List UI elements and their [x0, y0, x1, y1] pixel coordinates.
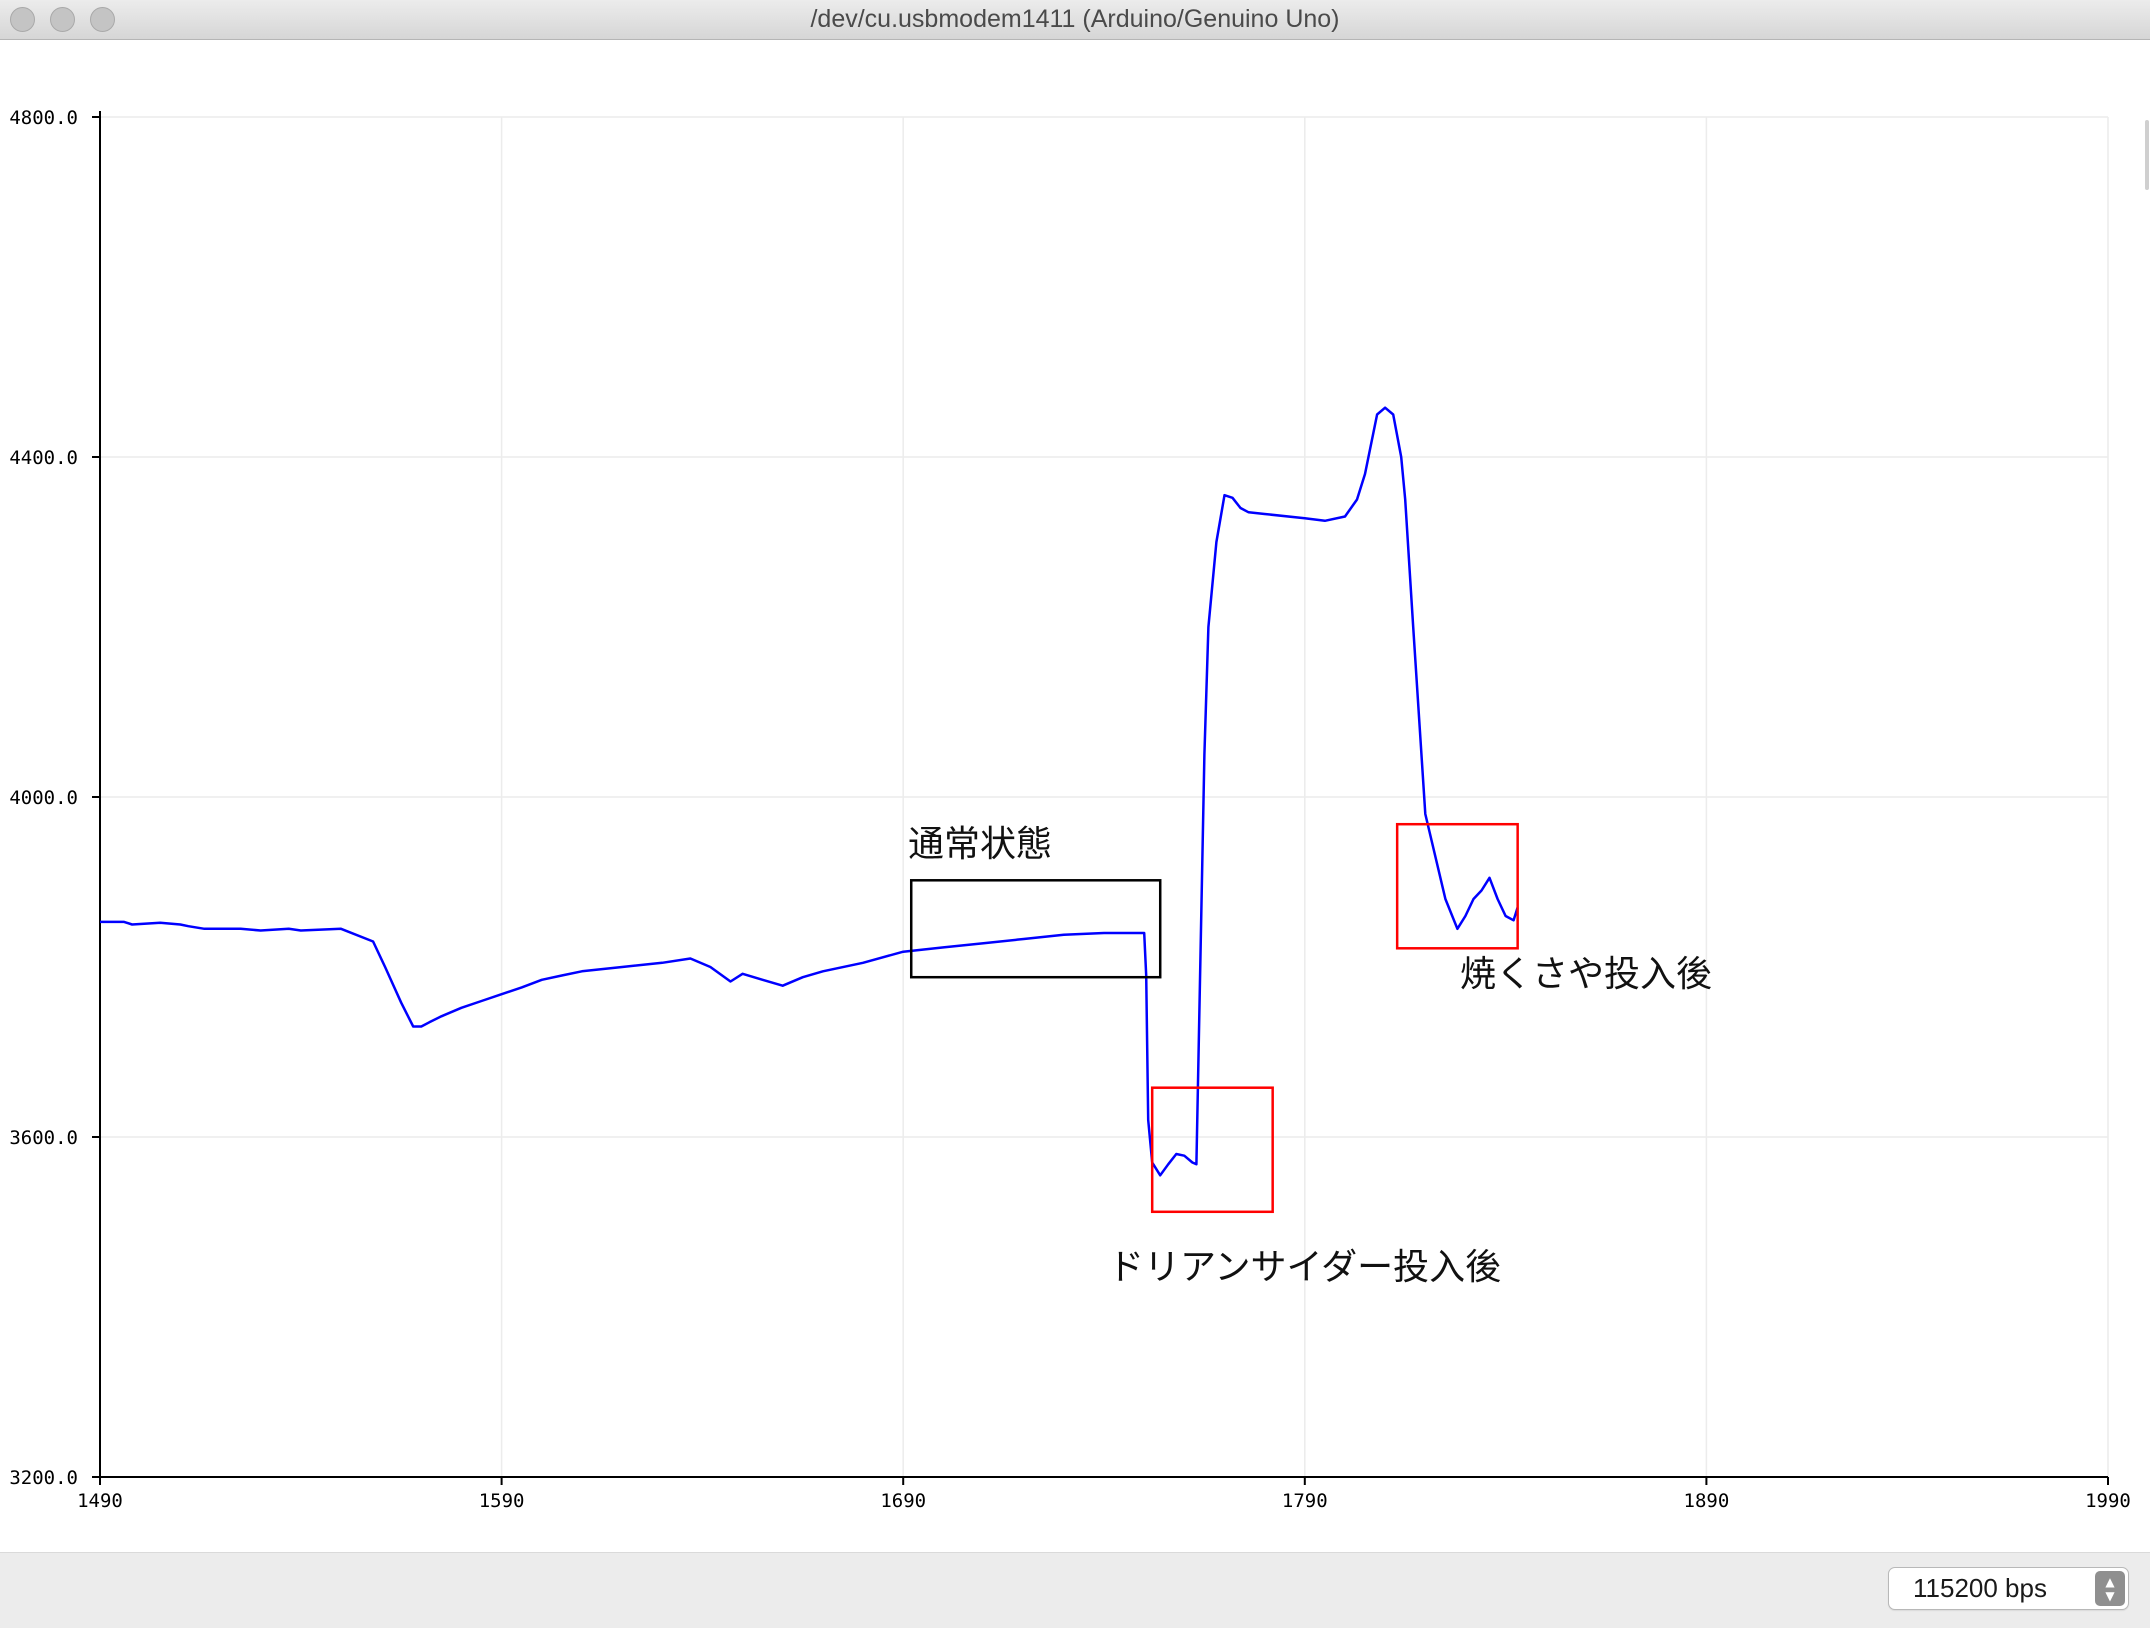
- x-tick-label: 1490: [77, 1490, 123, 1512]
- annotation-box: [1150, 1086, 1274, 1214]
- y-tick-label: 4800.0: [9, 107, 78, 129]
- x-tick-label: 1890: [1684, 1490, 1730, 1512]
- bottom-toolbar: 115200 bps ▲ ▼: [0, 1552, 2150, 1628]
- vertical-scrollbar[interactable]: [2144, 40, 2150, 1552]
- baud-rate-value: 115200 bps: [1913, 1573, 2047, 1603]
- x-tick-label: 1590: [479, 1490, 525, 1512]
- baud-rate-select[interactable]: 115200 bps ▲ ▼: [1888, 1567, 2129, 1610]
- x-tick-label: 1690: [880, 1490, 926, 1512]
- y-tick-label: 3200.0: [9, 1467, 78, 1489]
- window-title: /dev/cu.usbmodem1411 (Arduino/Genuino Un…: [810, 5, 1340, 33]
- y-tick-label: 4000.0: [9, 787, 78, 809]
- annotation-kusaya-label: 焼くさや投入後: [1460, 954, 1713, 995]
- x-tick-label: 1990: [2085, 1490, 2131, 1512]
- annotation-durian-cider-label: ドリアンサイダー投入後: [1108, 1247, 1502, 1288]
- title-bar: /dev/cu.usbmodem1411 (Arduino/Genuino Un…: [0, 0, 2150, 40]
- y-tick-label: 3600.0: [9, 1127, 78, 1149]
- serial-plotter-area: 1490 1590 1690 1790 1890 1990 3200.0 3600.0 4000…: [0, 40, 2150, 1552]
- serial-plot-chart: 1490 1590 1690 1790 1890 1990 3200.0 3600.0 4000…: [9, 107, 2131, 1512]
- chevron-updown-icon[interactable]: ▲ ▼: [2095, 1571, 2125, 1606]
- annotation-box: [909, 879, 1162, 979]
- x-tick-label: 1790: [1282, 1490, 1328, 1512]
- y-tick-label: 4400.0: [9, 447, 78, 469]
- annotation-normal-state-label: 通常状態: [908, 824, 1053, 865]
- scrollbar-thumb[interactable]: [2145, 120, 2149, 190]
